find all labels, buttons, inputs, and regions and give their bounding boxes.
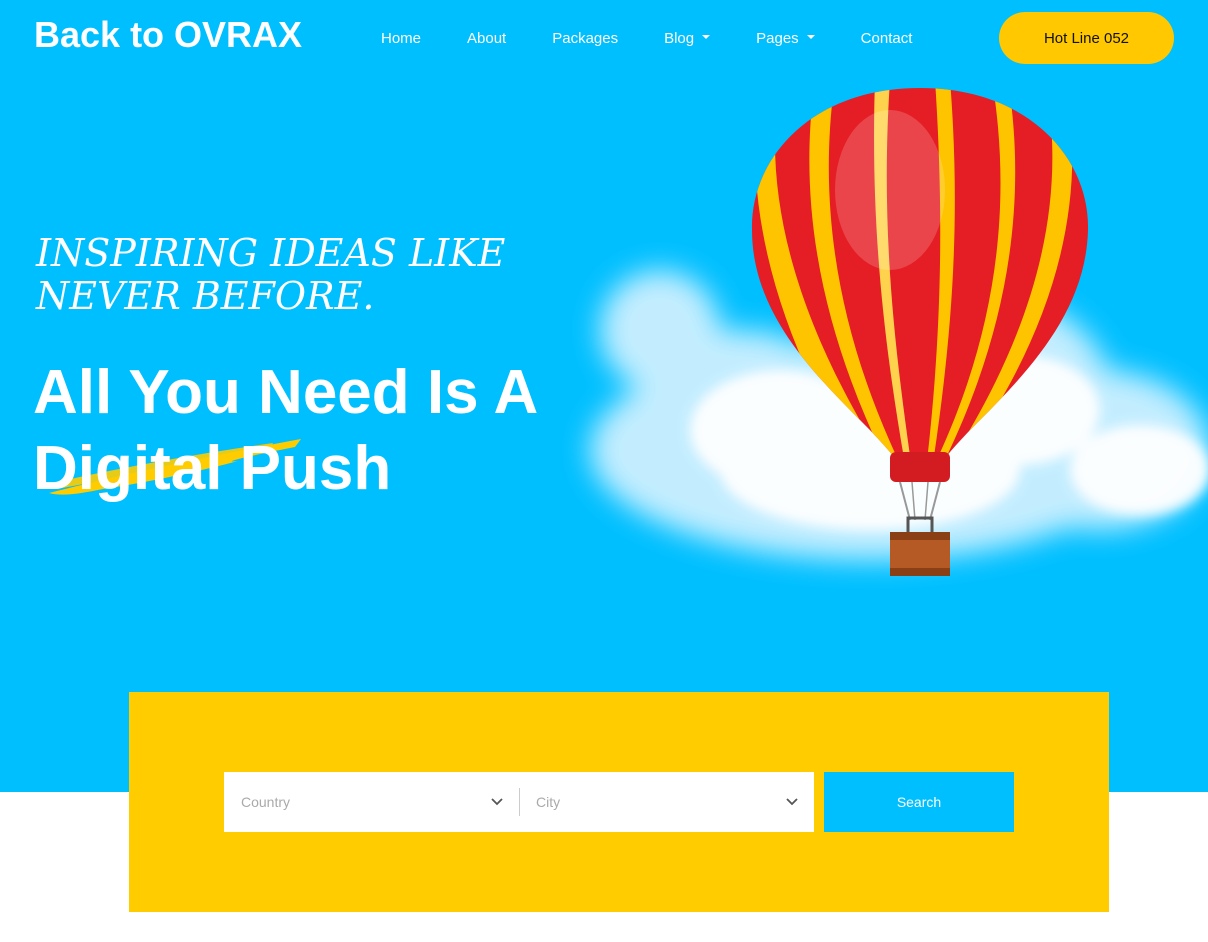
nav-about[interactable]: About (444, 30, 529, 47)
site-logo[interactable]: Back to OVRAX (34, 14, 302, 56)
nav-blog-dropdown[interactable]: Blog (641, 30, 733, 47)
chevron-down-icon (786, 798, 798, 806)
hotline-button[interactable]: Hot Line 052 (999, 12, 1174, 64)
headline-line-2: Digital Push (33, 434, 392, 503)
nav-pages-label: Pages (756, 29, 799, 47)
nav-packages[interactable]: Packages (529, 30, 641, 47)
nav-about-label: About (467, 29, 507, 47)
chevron-down-icon (491, 798, 503, 806)
nav-pages-dropdown[interactable]: Pages (733, 30, 838, 47)
city-select[interactable]: City (519, 772, 814, 832)
search-fields: Country City (224, 772, 814, 832)
country-select[interactable]: Country (224, 772, 519, 832)
headline-line-2-wrap: Digital Push (33, 431, 391, 507)
nav-blog-label: Blog (664, 29, 695, 47)
hot-air-balloon-image (751, 88, 1089, 576)
headline-line-1: All You Need Is A (33, 358, 539, 427)
caret-down-icon (702, 35, 711, 39)
nav-contact[interactable]: Contact (838, 30, 936, 47)
hero-section: Back to OVRAX Home About Packages Blog P… (0, 0, 1208, 792)
country-placeholder: Country (241, 794, 291, 810)
nav-home-label: Home (381, 29, 422, 47)
city-placeholder: City (536, 794, 561, 810)
main-nav: Home About Packages Blog Pages Contact (358, 24, 935, 52)
hero-headline: All You Need Is A Digital Push (33, 355, 593, 507)
nav-home[interactable]: Home (358, 30, 444, 47)
nav-contact-label: Contact (860, 29, 913, 47)
search-panel: Country City Search (129, 692, 1109, 912)
caret-down-icon (806, 35, 815, 39)
nav-packages-label: Packages (552, 29, 619, 47)
search-button[interactable]: Search (824, 772, 1014, 832)
hero-tagline: Inspiring ideas like never before. (36, 231, 506, 318)
